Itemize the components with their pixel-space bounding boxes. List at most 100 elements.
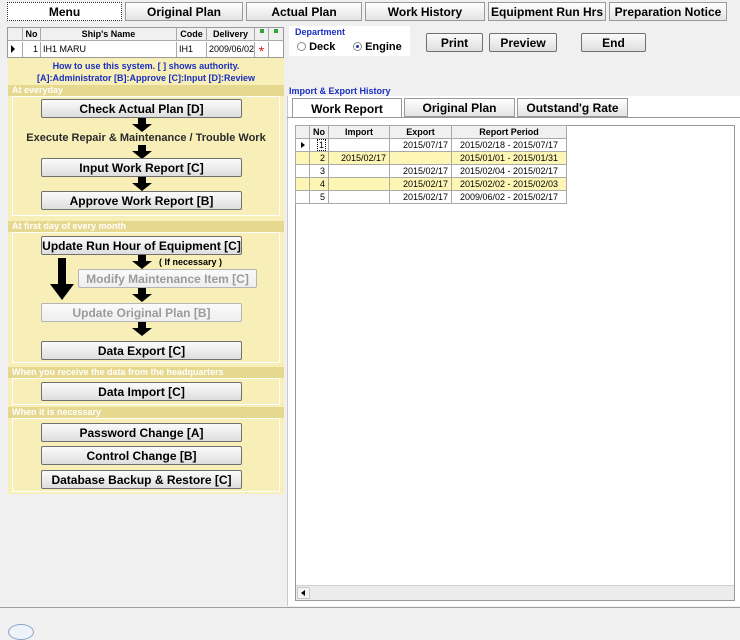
scroll-left-button[interactable] <box>297 587 310 599</box>
section-necessary-title: When it is necessary <box>12 407 102 417</box>
update-run-hour-button[interactable]: Update Run Hour of Equipment [C] <box>41 236 242 255</box>
cell-export: 2015/02/17 <box>389 190 452 204</box>
table-row[interactable]: 2 2015/02/17 2015/01/01 - 2015/01/31 <box>295 151 567 165</box>
database-backup-restore-button[interactable]: Database Backup & Restore [C] <box>41 470 242 489</box>
arrow-down-icon <box>132 288 152 302</box>
cell-export: 2015/07/17 <box>389 138 452 152</box>
section-receive: When you receive the data from the headq… <box>8 367 284 378</box>
department-label: Department <box>295 27 346 37</box>
cell-import <box>328 177 390 191</box>
table-row[interactable]: 3 2015/02/17 2015/02/04 - 2015/02/17 <box>295 164 567 178</box>
if-necessary-text: ( If necessary ) <box>159 257 223 267</box>
table-row[interactable]: 1 2015/07/17 2015/02/18 - 2015/07/17 <box>295 138 567 152</box>
cell-period: 2015/02/02 - 2015/02/03 <box>451 177 567 191</box>
history-tab-original-plan[interactable]: Original Plan <box>404 98 515 117</box>
cell-no: 4 <box>309 177 329 191</box>
radio-engine-icon <box>353 42 362 51</box>
tab-original-plan[interactable]: Original Plan <box>125 2 243 21</box>
cell-no: 5 <box>309 190 329 204</box>
cell-period: 2015/02/18 - 2015/07/17 <box>451 138 567 152</box>
status-icon <box>8 624 34 640</box>
horizontal-scrollbar[interactable] <box>296 585 734 600</box>
col-export-header: Export <box>389 125 452 139</box>
arrow-down-icon <box>132 145 152 159</box>
cell-period: 2015/01/01 - 2015/01/31 <box>451 151 567 165</box>
department-engine-radio[interactable]: Engine <box>353 41 402 53</box>
arrow-down-icon <box>132 118 152 132</box>
status-bar <box>0 608 740 640</box>
table-row[interactable]: 5 2015/02/17 2009/06/02 - 2015/02/17 <box>295 190 567 204</box>
table-row[interactable]: 4 2015/02/17 2015/02/02 - 2015/02/03 <box>295 177 567 191</box>
radio-deck-icon <box>297 42 306 51</box>
help-line-1: How to use this system. [ ] shows author… <box>52 61 240 71</box>
chevron-left-icon <box>301 590 305 596</box>
big-arrow-down-icon <box>50 258 74 302</box>
history-tab-work-report[interactable]: Work Report <box>292 98 402 118</box>
arrow-down-icon <box>132 255 152 269</box>
col-no-header: No <box>22 28 40 41</box>
cell-export <box>389 151 452 165</box>
data-export-button[interactable]: Data Export [C] <box>41 341 242 360</box>
ship-name: IH1 MARU <box>40 42 176 57</box>
approve-work-report-button[interactable]: Approve Work Report [B] <box>41 191 242 210</box>
department-group: Department Deck Engine <box>289 26 410 56</box>
cell-import <box>328 190 390 204</box>
ship-table: No Ship's Name Code Delivery 1 IH1 MARU … <box>7 27 284 59</box>
arrow-down-icon <box>132 177 152 191</box>
history-table: No Import Export Report Period 1 2015/07… <box>295 125 567 204</box>
input-work-report-button[interactable]: Input Work Report [C] <box>41 158 242 177</box>
password-change-button[interactable]: Password Change [A] <box>41 423 242 442</box>
cell-period: 2009/06/02 - 2015/02/17 <box>451 190 567 204</box>
col-delivery-header: Delivery <box>206 28 254 41</box>
cell-import <box>328 138 390 152</box>
ship-row[interactable]: 1 IH1 MARU IH1 2009/06/02 * <box>8 42 283 59</box>
end-button[interactable]: End <box>581 33 646 52</box>
col-report-period-header: Report Period <box>451 125 567 139</box>
section-receive-title: When you receive the data from the headq… <box>12 367 224 377</box>
cell-import <box>328 164 390 178</box>
data-import-button[interactable]: Data Import [C] <box>41 382 242 401</box>
status-green-icon <box>260 29 264 33</box>
tab-equipment-run-hrs[interactable]: Equipment Run Hrs <box>488 2 606 21</box>
cell-no: 1 <box>309 138 329 152</box>
history-title: Import & Export History <box>289 86 391 96</box>
preview-button[interactable]: Preview <box>489 33 557 52</box>
tab-actual-plan[interactable]: Actual Plan <box>246 2 362 21</box>
row-selector-icon <box>11 45 15 53</box>
modify-maintenance-item-button[interactable]: Modify Maintenance Item [C] <box>78 269 257 288</box>
section-everyday: At everyday <box>8 85 284 96</box>
ship-code: IH1 <box>176 42 206 57</box>
history-grid: No Import Export Report Period 1 2015/07… <box>295 125 735 601</box>
execute-repair-text: Execute Repair & Maintenance / Trouble W… <box>26 132 266 144</box>
cell-no: 3 <box>309 164 329 178</box>
col-import-header: Import <box>328 125 390 139</box>
cell-no: 2 <box>309 151 329 165</box>
cell-period: 2015/02/04 - 2015/02/17 <box>451 164 567 178</box>
col-status-header <box>254 28 268 41</box>
row-selector-icon <box>300 142 305 148</box>
col-ship-name-header: Ship's Name <box>40 28 176 41</box>
control-change-button[interactable]: Control Change [B] <box>41 446 242 465</box>
help-line-2: [A]:Administrator [B]:Approve [C]:Input … <box>37 73 255 83</box>
print-button[interactable]: Print <box>426 33 483 52</box>
col-extra-header <box>268 28 283 41</box>
arrow-down-icon <box>132 322 152 336</box>
status-green-icon <box>274 29 278 33</box>
check-actual-plan-button[interactable]: Check Actual Plan [D] <box>41 99 242 118</box>
tab-preparation-notice[interactable]: Preparation Notice <box>609 2 727 21</box>
cell-export: 2015/02/17 <box>389 164 452 178</box>
tab-menu[interactable]: Menu <box>7 2 122 21</box>
section-necessary: When it is necessary <box>8 407 284 418</box>
tab-work-history[interactable]: Work History <box>365 2 485 21</box>
department-engine-label: Engine <box>365 41 402 53</box>
cell-export: 2015/02/17 <box>389 177 452 191</box>
department-deck-label: Deck <box>309 41 336 53</box>
ship-delivery: 2009/06/02 <box>206 42 254 57</box>
section-first-day-title: At first day of every month <box>12 221 127 231</box>
department-deck-radio[interactable]: Deck <box>297 41 335 53</box>
col-code-header: Code <box>176 28 206 41</box>
section-everyday-title: At everyday <box>12 85 64 95</box>
update-original-plan-button[interactable]: Update Original Plan [B] <box>41 303 242 322</box>
ship-marker: * <box>254 42 268 59</box>
history-tab-outstanding-rate[interactable]: Outstand'g Rate <box>517 98 628 117</box>
